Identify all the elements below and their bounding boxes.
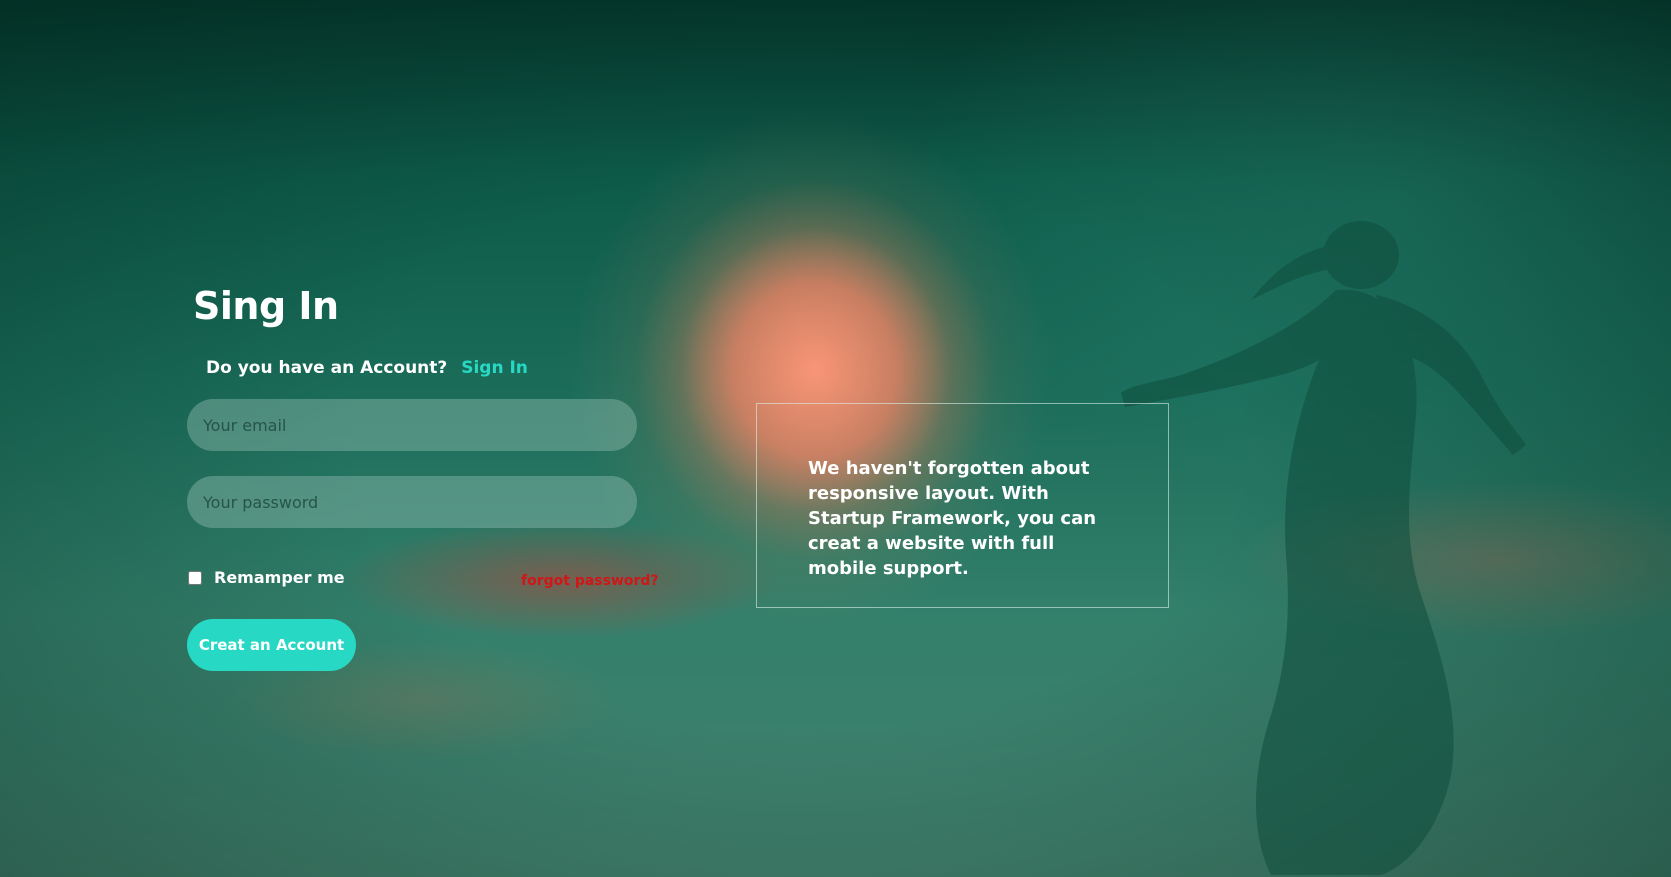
create-account-button[interactable]: Creat an Account: [187, 619, 356, 671]
remember-me-checkbox[interactable]: [188, 570, 202, 585]
info-text: We haven't forgotten about responsive la…: [808, 458, 1097, 579]
forgot-password-link[interactable]: forgot password?: [521, 573, 659, 589]
remember-me-label[interactable]: Remamper me: [214, 568, 345, 587]
account-prompt-line: Do you have an Account? Sign In: [206, 358, 528, 378]
signin-link[interactable]: Sign In: [461, 358, 528, 378]
info-box: We haven't forgotten about responsive la…: [756, 403, 1169, 608]
signin-page: Sing In Do you have an Account? Sign In …: [0, 0, 1671, 877]
dancer-silhouette-image: [1121, 221, 1526, 875]
account-prompt-text: Do you have an Account?: [206, 358, 448, 378]
email-input[interactable]: [187, 399, 637, 451]
password-input[interactable]: [187, 476, 637, 528]
remember-me-row: Remamper me: [188, 568, 345, 587]
page-title: Sing In: [193, 284, 339, 328]
